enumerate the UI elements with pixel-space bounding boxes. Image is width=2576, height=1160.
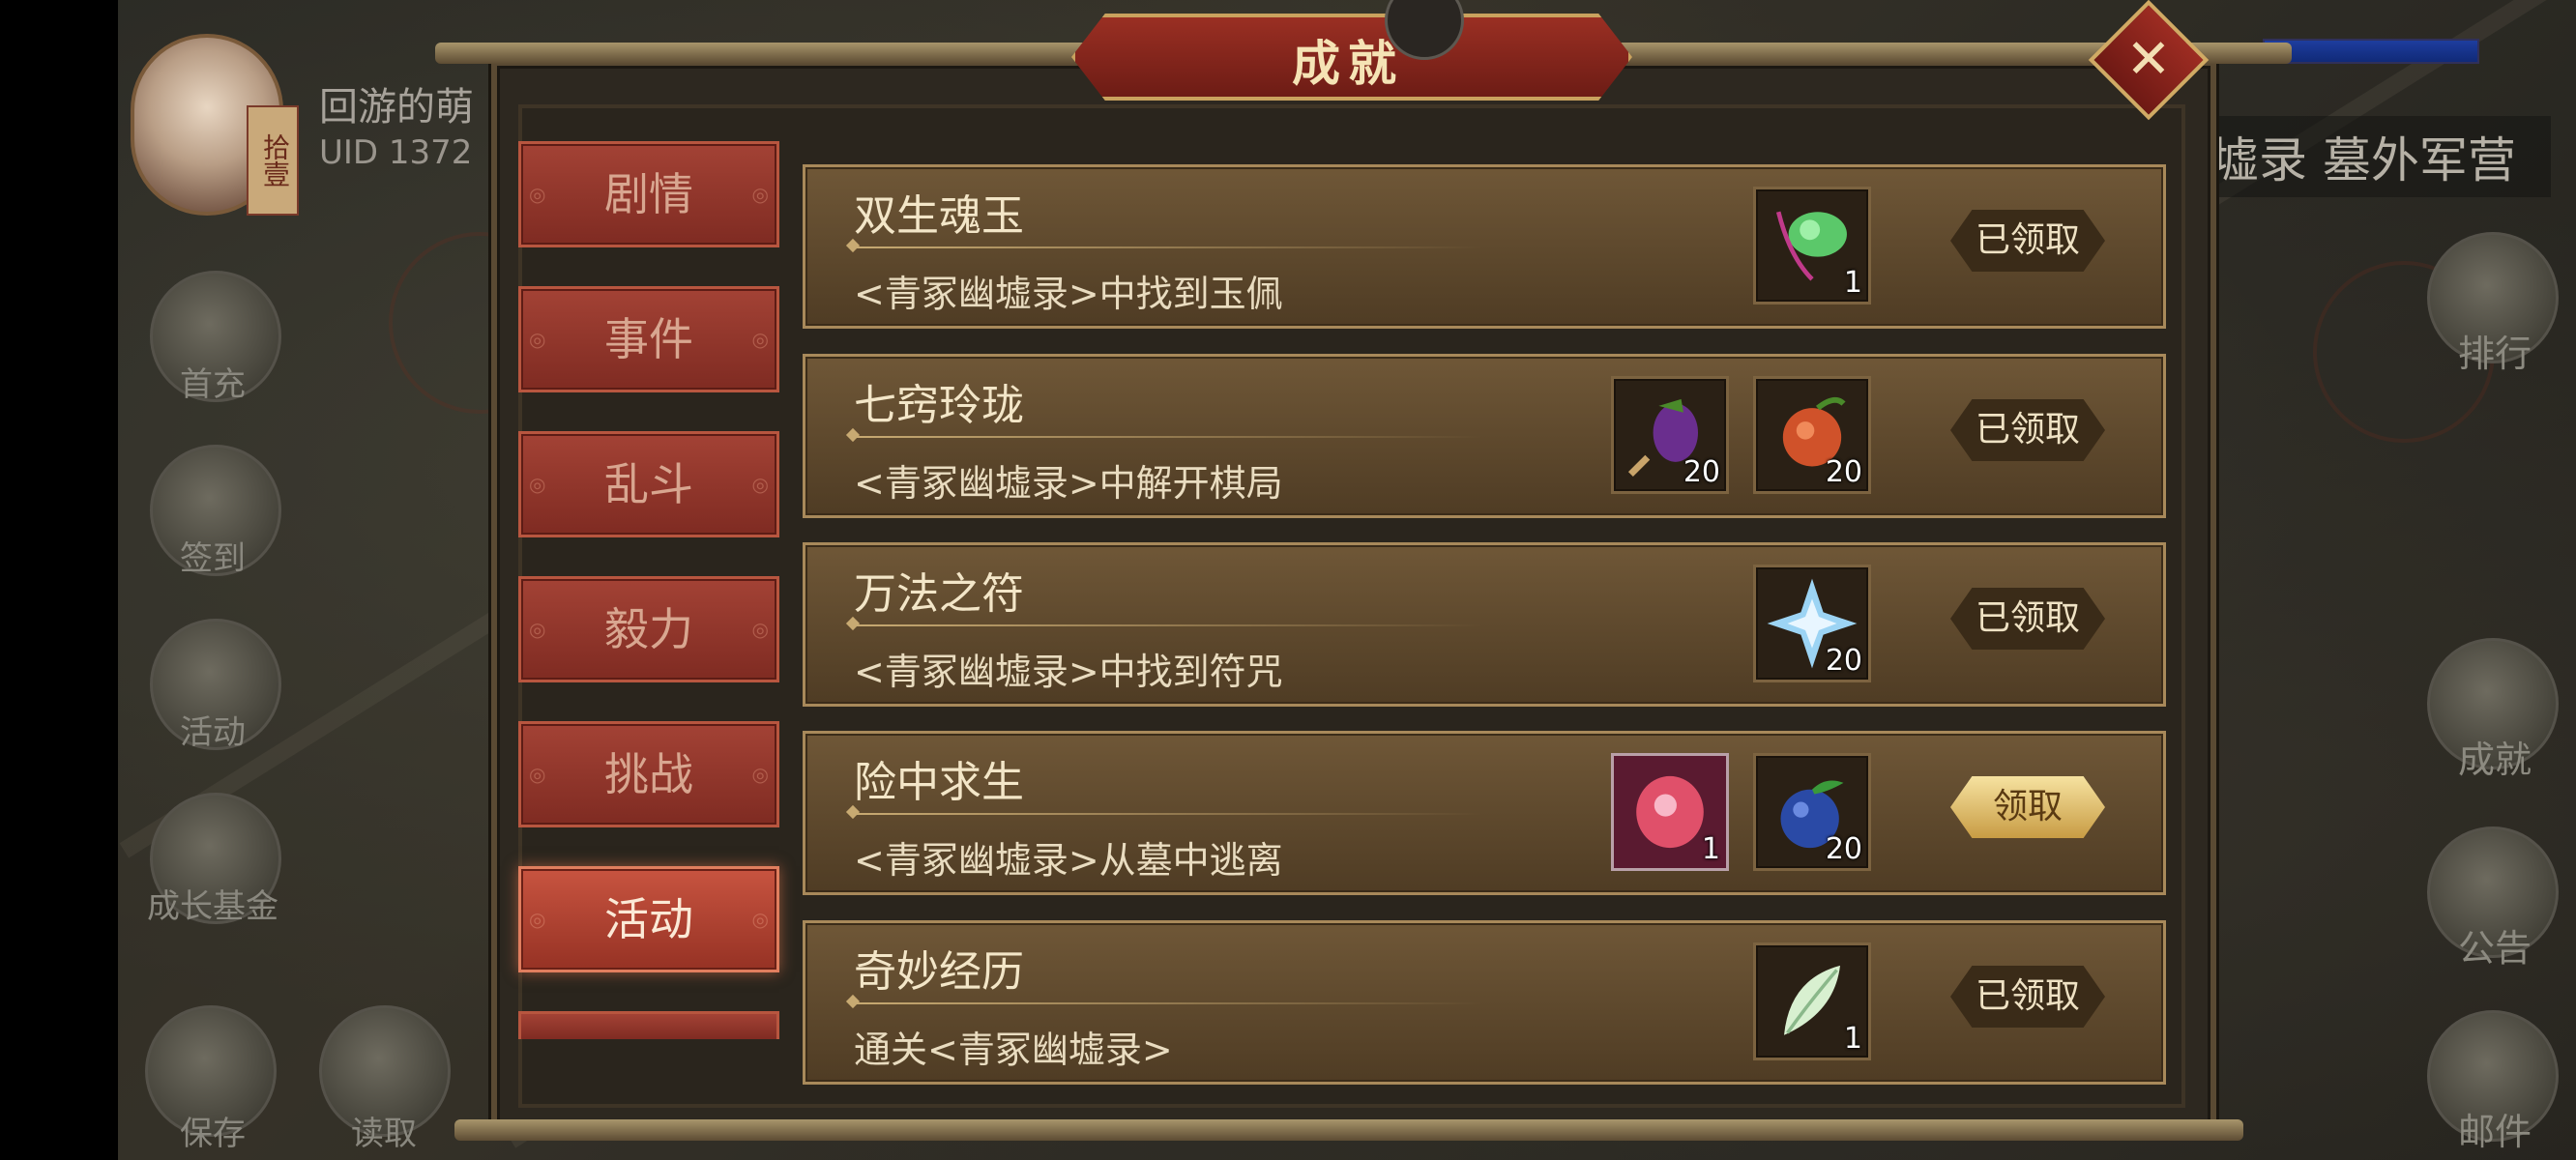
side-label-growth-fund: 成长基金: [147, 887, 278, 926]
achievement-row: 双生魂玉 <青冢幽墟录>中找到玉佩 1 已领取: [803, 164, 2166, 329]
player-name: 回游的萌: [319, 85, 474, 130]
row-divider: [854, 246, 1482, 248]
tab-story[interactable]: 剧情: [518, 141, 779, 247]
eggplant-icon[interactable]: 20: [1611, 376, 1729, 494]
claimed-button[interactable]: 已领取: [1950, 588, 2105, 650]
close-icon[interactable]: ✕: [2106, 17, 2191, 102]
right-label-announcement: 公告: [2458, 927, 2532, 970]
map-title: 墟录 墓外军营: [2205, 116, 2551, 197]
achievement-row: 奇妙经历 通关<青冢幽墟录> 1 已领取: [803, 920, 2166, 1085]
reward-quantity: 20: [1825, 644, 1862, 678]
player-avatar[interactable]: 拾壹: [131, 34, 299, 216]
claimed-button[interactable]: 已领取: [1950, 399, 2105, 461]
side-label-event: 活动: [180, 713, 246, 752]
tab-activity[interactable]: 活动: [518, 866, 779, 972]
side-label-first-recharge: 首充: [180, 365, 246, 404]
side-label-sign-in: 签到: [180, 539, 246, 578]
achievement-title: 奇妙经历: [854, 947, 1024, 997]
tab-challenge[interactable]: 挑战: [518, 721, 779, 827]
green-jade-icon[interactable]: 1: [1753, 187, 1871, 304]
achievement-description: <青冢幽墟录>中解开棋局: [854, 462, 1283, 505]
reward-quantity: 20: [1825, 832, 1862, 866]
row-divider: [854, 813, 1482, 815]
tab-events[interactable]: 事件: [518, 286, 779, 392]
pomegranate-icon[interactable]: 20: [1753, 376, 1871, 494]
achievement-description: 通关<青冢幽墟录>: [854, 1029, 1173, 1071]
tab-perseverance[interactable]: 毅力: [518, 576, 779, 682]
right-label-mail: 邮件: [2458, 1111, 2532, 1153]
row-divider: [854, 436, 1482, 438]
achievement-description: <青冢幽墟录>中找到符咒: [854, 651, 1283, 693]
reward-quantity: 20: [1825, 455, 1862, 489]
side-label-load: 读取: [351, 1115, 417, 1153]
avatar-badge: 拾壹: [247, 105, 299, 216]
white-feather-icon[interactable]: 1: [1753, 942, 1871, 1060]
player-uid: UID 1372: [319, 133, 473, 172]
achievement-description: <青冢幽墟录>从墓中逃离: [854, 839, 1283, 882]
claimed-button[interactable]: 已领取: [1950, 966, 2105, 1028]
tab-partial[interactable]: [518, 1011, 779, 1039]
achievement-title: 险中求生: [854, 758, 1024, 807]
tab-brawl[interactable]: 乱斗: [518, 431, 779, 537]
blueberry-icon[interactable]: 20: [1753, 753, 1871, 871]
side-label-save: 保存: [180, 1115, 246, 1153]
reward-quantity: 1: [1843, 266, 1862, 300]
achievement-row: 万法之符 <青冢幽墟录>中找到符咒 20 已领取: [803, 542, 2166, 707]
dialog-bottom-rail: [454, 1119, 2243, 1141]
dialog-title: 成就: [1292, 36, 1404, 92]
reward-quantity: 1: [1701, 832, 1720, 866]
achievement-title: 万法之符: [854, 569, 1024, 619]
achievement-title: 双生魂玉: [854, 191, 1024, 241]
health-bar: [2263, 39, 2479, 64]
achievement-row: 七窍玲珑 <青冢幽墟录>中解开棋局 20 20 已领取: [803, 354, 2166, 518]
right-label-achievements: 成就: [2458, 739, 2532, 781]
ice-crystal-icon[interactable]: 20: [1753, 565, 1871, 682]
claim-button[interactable]: 领取: [1950, 776, 2105, 838]
red-gem-icon[interactable]: 1: [1611, 753, 1729, 871]
row-divider: [854, 1002, 1482, 1004]
achievement-row: 险中求生 <青冢幽墟录>从墓中逃离 1 20 领取: [803, 731, 2166, 895]
right-label-leaderboard: 排行: [2458, 333, 2532, 375]
reward-quantity: 1: [1843, 1022, 1862, 1056]
row-divider: [854, 624, 1482, 626]
achievement-title: 七窍玲珑: [854, 381, 1024, 430]
achievement-description: <青冢幽墟录>中找到玉佩: [854, 273, 1283, 315]
claimed-button[interactable]: 已领取: [1950, 210, 2105, 272]
reward-quantity: 20: [1683, 455, 1720, 489]
